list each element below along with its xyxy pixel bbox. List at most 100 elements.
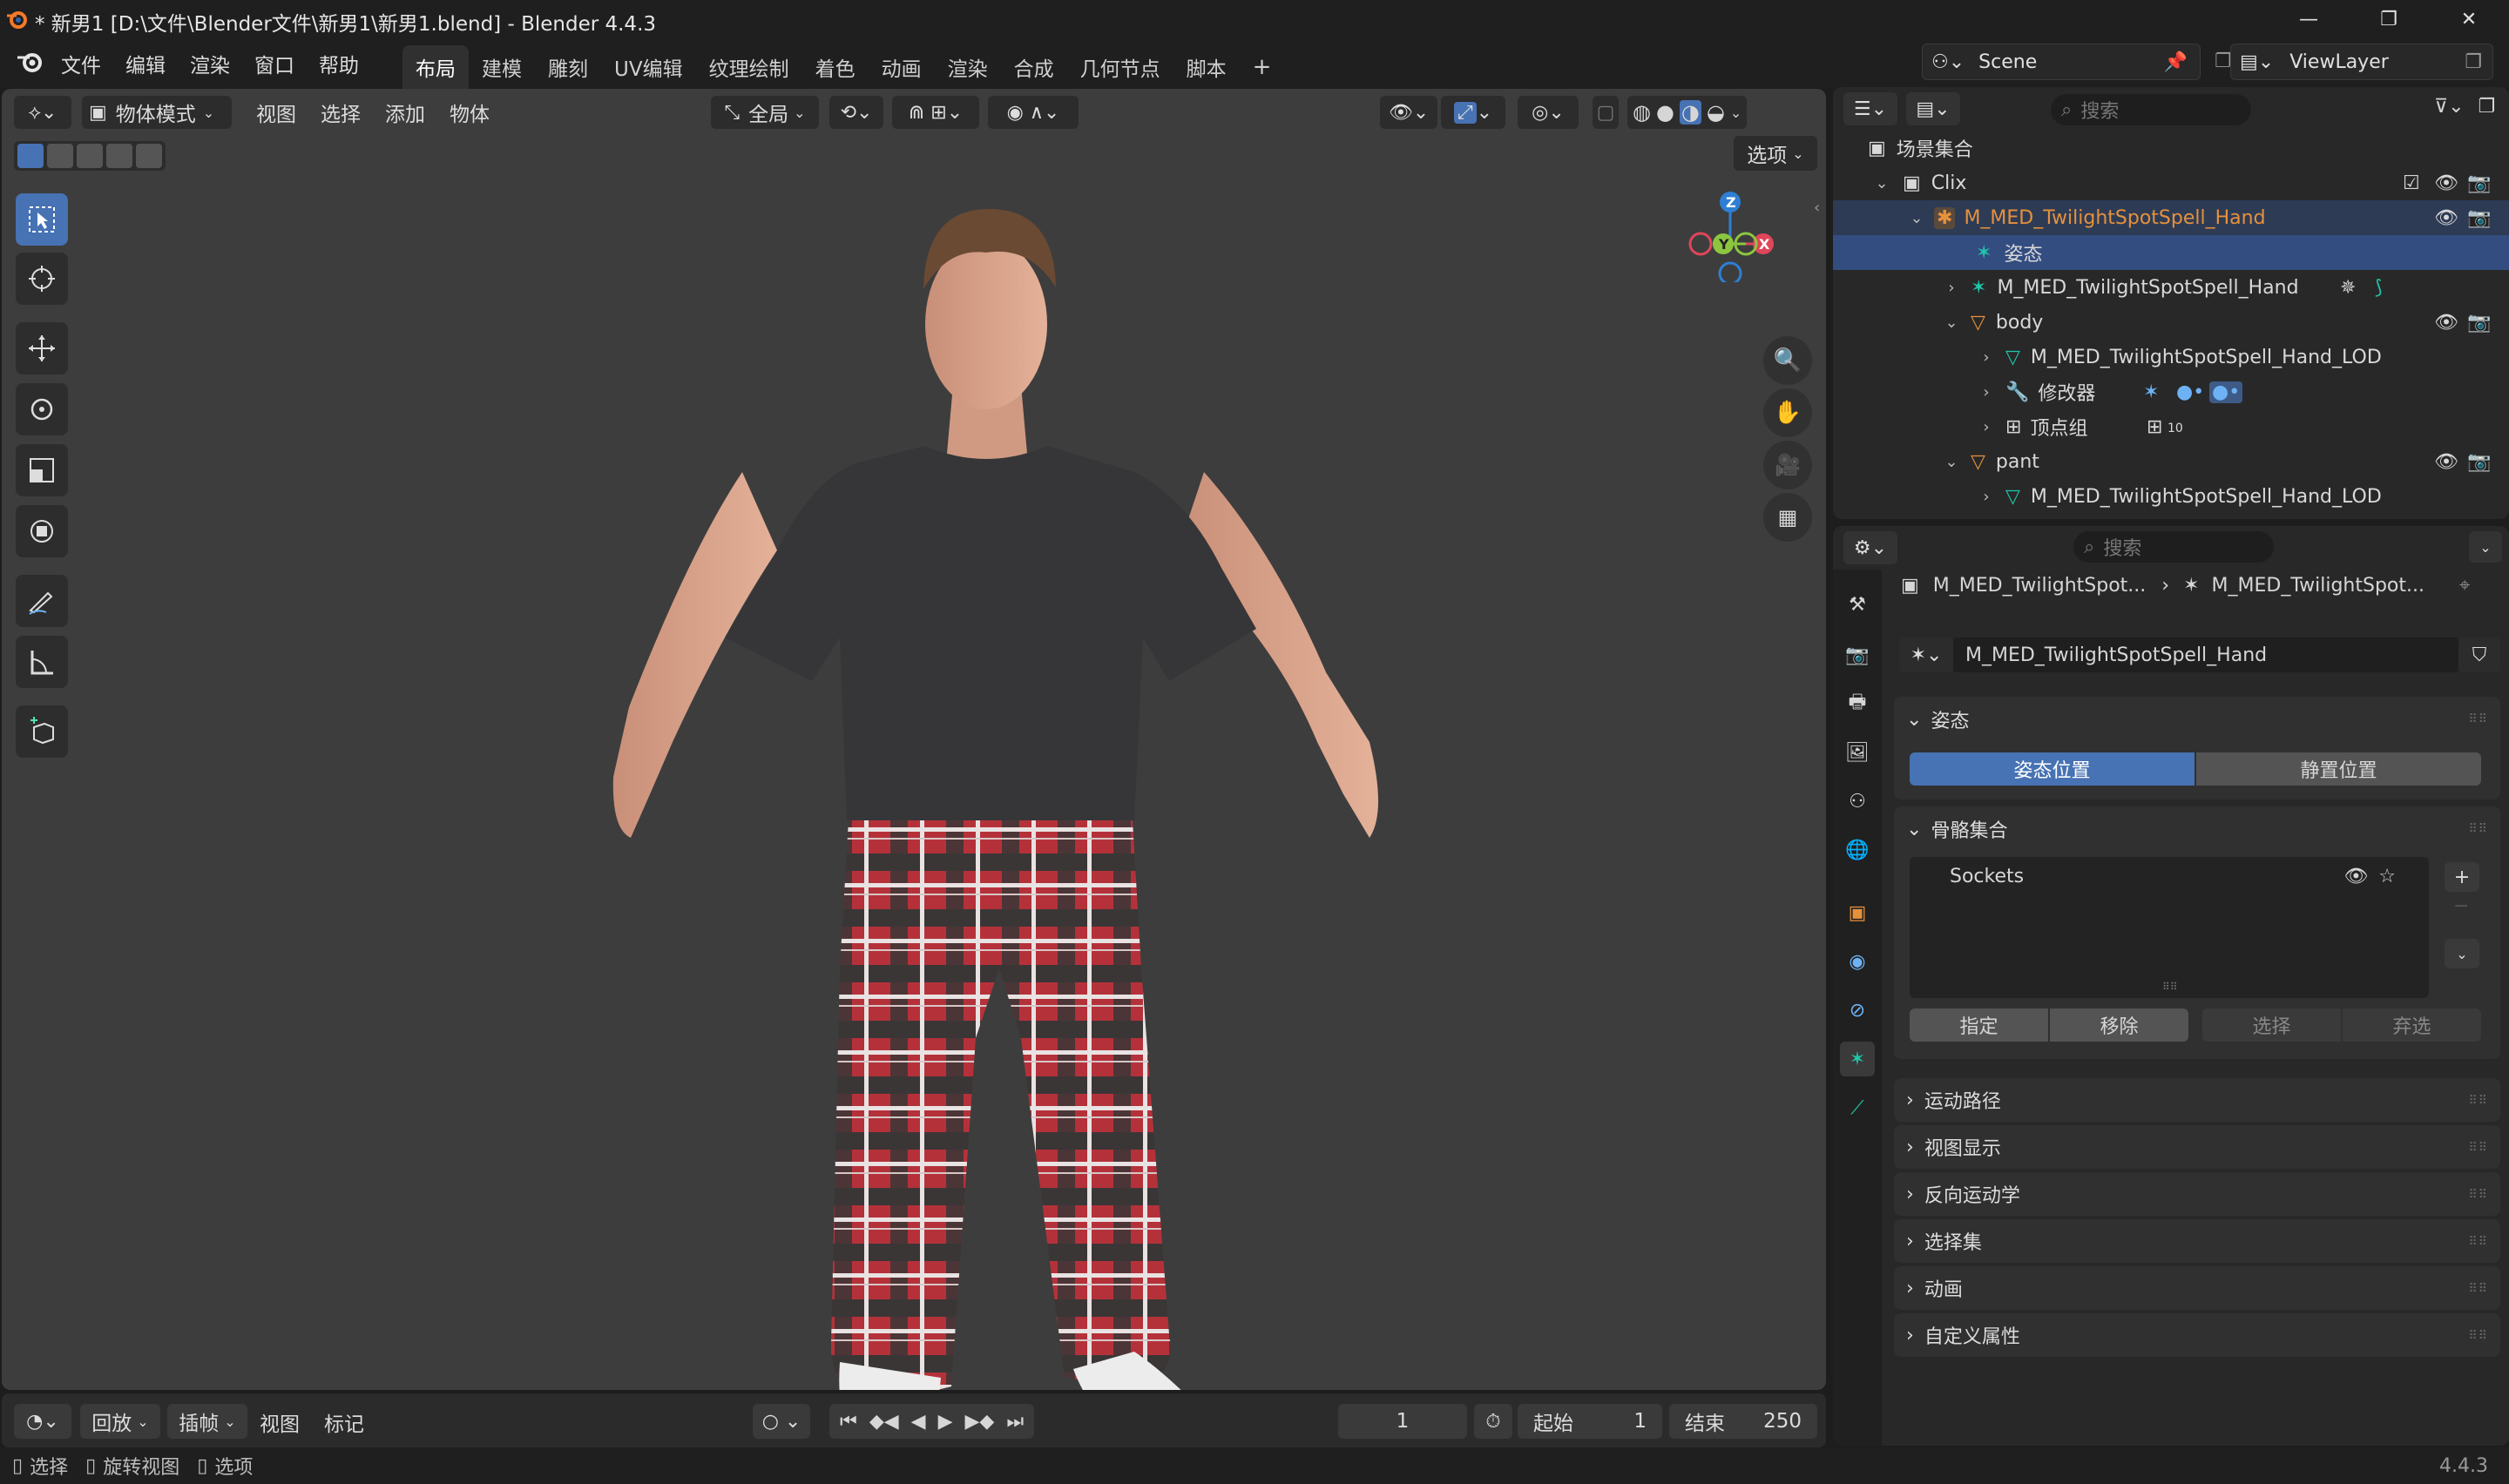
- chevron-down-icon[interactable]: ⌄: [1873, 174, 1890, 192]
- inverse-kinematics-panel[interactable]: › 反向运动学 ⠿⠿: [1894, 1172, 2500, 1216]
- pivot-point-button[interactable]: ⟲⌄: [829, 96, 883, 129]
- selection-sets-panel[interactable]: › 选择集 ⠿⠿: [1894, 1219, 2500, 1263]
- editor-type-button[interactable]: ⟡⌄: [14, 96, 71, 129]
- tab-modeling[interactable]: 建模: [469, 45, 535, 89]
- assign-button[interactable]: 指定: [1910, 1008, 2048, 1042]
- measure-tool[interactable]: [16, 636, 68, 688]
- view-layer-selector[interactable]: ▤⌄ ViewLayer ❐: [2230, 44, 2493, 80]
- outliner-row-pose[interactable]: ✶ 姿态: [1833, 235, 2509, 270]
- tab-geometry-nodes[interactable]: 几何节点: [1067, 45, 1173, 89]
- list-item[interactable]: Sockets 👁 ☆: [1910, 857, 2429, 895]
- tab-uv-editing[interactable]: UV编辑: [601, 45, 696, 89]
- fake-user-button[interactable]: ⛉: [2458, 637, 2500, 672]
- 3d-viewport[interactable]: ⟡⌄ ▣ 物体模式 ⌄ 视图 选择 添加 物体 ⤡ 全局 ⌄ ⟲⌄ ⋒ ⊞⌄ ◉…: [2, 89, 1826, 1390]
- menu-help[interactable]: 帮助: [307, 49, 371, 78]
- annotate-tool[interactable]: [16, 575, 68, 627]
- chevron-right-icon[interactable]: ›: [1943, 279, 1960, 297]
- custom-properties-panel[interactable]: › 自定义属性 ⠿⠿: [1894, 1313, 2500, 1357]
- chevron-right-icon[interactable]: ›: [1978, 488, 1995, 506]
- prev-keyframe-icon[interactable]: ◆◀: [869, 1411, 899, 1433]
- viewport-menu-view[interactable]: 视图: [244, 98, 308, 127]
- add-collection-button[interactable]: +: [2445, 862, 2479, 892]
- tab-compositing[interactable]: 合成: [1001, 45, 1067, 89]
- menu-file[interactable]: 文件: [49, 49, 113, 78]
- new-collection-icon[interactable]: ❐: [2479, 96, 2496, 118]
- motion-paths-panel[interactable]: › 运动路径 ⠿⠿: [1894, 1078, 2500, 1122]
- pin-icon[interactable]: 📌: [2164, 51, 2188, 73]
- tab-armature-data[interactable]: ✶: [1840, 1042, 1875, 1076]
- select-button[interactable]: 选择: [2202, 1008, 2341, 1042]
- star-icon[interactable]: ☆: [2378, 866, 2396, 887]
- menu-edit[interactable]: 编辑: [113, 49, 178, 78]
- datablock-browse[interactable]: ✶⌄: [1899, 637, 1953, 672]
- minus-icon[interactable]: −: [2453, 895, 2469, 917]
- menu-render[interactable]: 渲染: [178, 49, 242, 78]
- camera-icon[interactable]: 📷: [2467, 172, 2491, 194]
- preview-range-button[interactable]: ⏱: [1474, 1404, 1512, 1439]
- tab-layout[interactable]: 布局: [402, 45, 469, 89]
- play-icon[interactable]: ▶: [938, 1411, 953, 1433]
- tab-shading[interactable]: 着色: [802, 45, 869, 89]
- collection-specials-button[interactable]: ⌄: [2445, 939, 2479, 968]
- filter-icon[interactable]: ⊽⌄: [2434, 96, 2465, 118]
- outliner-row-modifiers[interactable]: › 🔧 修改器 ✶ ●• ●•: [1833, 374, 2509, 409]
- tab-animation[interactable]: 动画: [869, 45, 935, 89]
- drag-grip-icon[interactable]: ⠿⠿: [2468, 1141, 2488, 1155]
- sidebar-toggle-icon[interactable]: ‹: [1814, 199, 1820, 217]
- viewport-menu-add[interactable]: 添加: [373, 98, 437, 127]
- properties-editor-type[interactable]: ⚙⌄: [1843, 531, 1897, 564]
- tab-render[interactable]: 📷: [1840, 637, 1875, 672]
- select-subtract-icon[interactable]: [77, 144, 103, 168]
- auto-keying-button[interactable]: ○ ⌄: [753, 1404, 810, 1439]
- resize-handle-icon[interactable]: ⠿⠿: [2162, 981, 2178, 993]
- jump-end-icon[interactable]: ⏭: [1006, 1411, 1024, 1433]
- timeline-view-menu[interactable]: 视图: [260, 1407, 300, 1437]
- deselect-button[interactable]: 弃选: [2343, 1008, 2481, 1042]
- outliner-row-armature-data[interactable]: › ✶ M_MED_TwilightSpotSpell_Hand ✵ ⟆: [1833, 270, 2509, 305]
- pin-icon[interactable]: ⌖: [2459, 575, 2470, 597]
- bone-collections-header[interactable]: ⌄ 骨骼集合: [1894, 806, 2500, 852]
- end-frame-field[interactable]: 结束 250: [1669, 1404, 1817, 1439]
- camera-icon[interactable]: 📷: [2467, 207, 2491, 229]
- new-scene-icon[interactable]: ❐: [2215, 51, 2232, 72]
- next-keyframe-icon[interactable]: ▶◆: [965, 1411, 995, 1433]
- jump-start-icon[interactable]: ⏮: [840, 1411, 857, 1433]
- cursor-tool[interactable]: [16, 253, 68, 305]
- viewport-display-panel[interactable]: › 视图显示 ⠿⠿: [1894, 1125, 2500, 1169]
- viewport-menu-object[interactable]: 物体: [437, 98, 502, 127]
- options-dropdown[interactable]: 选项 ⌄: [1734, 136, 1817, 171]
- select-invert-icon[interactable]: [106, 144, 132, 168]
- tab-sculpting[interactable]: 雕刻: [535, 45, 601, 89]
- tab-object[interactable]: ▣: [1840, 895, 1875, 930]
- chevron-down-icon[interactable]: ⌄: [1943, 314, 1960, 332]
- outliner-row-pant[interactable]: ⌄ ▽ pant 👁 📷: [1833, 444, 2509, 479]
- drag-grip-icon[interactable]: ⠿⠿: [2468, 1094, 2488, 1108]
- remove-button[interactable]: 移除: [2050, 1008, 2188, 1042]
- eye-icon[interactable]: 👁: [2434, 207, 2458, 229]
- eye-icon[interactable]: 👁: [2343, 866, 2368, 887]
- chevron-right-icon[interactable]: ›: [1978, 418, 1995, 436]
- proportional-edit-button[interactable]: ◉ ∧⌄: [988, 96, 1079, 129]
- tab-texture-paint[interactable]: 纹理绘制: [696, 45, 802, 89]
- tab-world[interactable]: 🌐: [1840, 833, 1875, 867]
- transform-tool[interactable]: [16, 505, 68, 557]
- timeline-marker-menu[interactable]: 标记: [324, 1407, 364, 1437]
- drag-grip-icon[interactable]: ⠿⠿: [2468, 1329, 2488, 1343]
- rest-position-button[interactable]: 静置位置: [2196, 752, 2481, 786]
- play-reverse-icon[interactable]: ◀: [911, 1411, 926, 1433]
- wireframe-shading-icon[interactable]: ◍: [1633, 100, 1651, 125]
- tab-rendering[interactable]: 渲染: [935, 45, 1001, 89]
- solid-shading-icon[interactable]: ●: [1656, 100, 1674, 125]
- select-extend-icon[interactable]: [47, 144, 73, 168]
- outliner-row-vertex-groups[interactable]: › ⊞ 顶点组 ⊞ 10: [1833, 409, 2509, 444]
- datablock-name-field[interactable]: M_MED_TwilightSpotSpell_Hand: [1953, 637, 2458, 672]
- tab-output[interactable]: 🖶: [1840, 686, 1875, 721]
- mode-selector[interactable]: ▣ 物体模式 ⌄: [82, 96, 232, 129]
- transform-orientation[interactable]: ⤡ 全局 ⌄: [711, 96, 819, 129]
- chevron-down-icon[interactable]: ⌄: [1943, 453, 1960, 471]
- outliner-search[interactable]: ⌕ 搜索: [2051, 94, 2251, 125]
- overlay-button[interactable]: ◎⌄: [1518, 96, 1579, 129]
- rendered-shading-icon[interactable]: ◒: [1707, 100, 1725, 125]
- blender-menu-icon[interactable]: [16, 51, 44, 73]
- move-tool[interactable]: [16, 322, 68, 374]
